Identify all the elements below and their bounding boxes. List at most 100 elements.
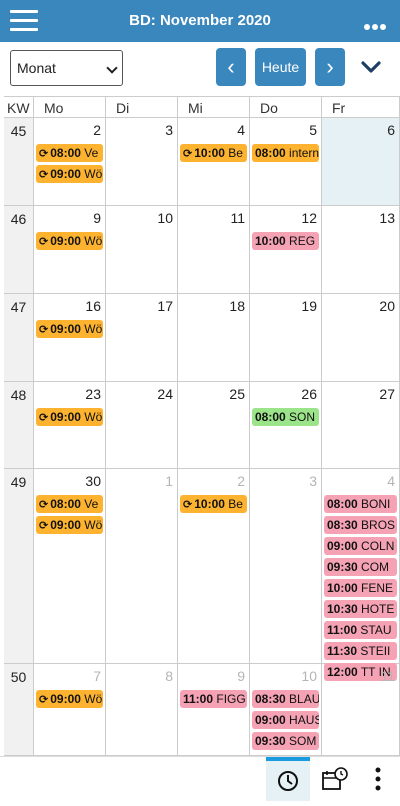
day-cell[interactable]: 12 10:00 REG <box>250 206 322 293</box>
day-cell[interactable]: 3 <box>106 118 178 205</box>
recurring-icon: ⟳ <box>39 694 49 706</box>
day-number: 16 <box>85 298 101 314</box>
day-cell[interactable]: 11 <box>178 206 250 293</box>
event-title: Wö <box>84 167 103 181</box>
day-cell[interactable]: 10 08:30 BLAU 09:00 HAUS 09:30 SOM <box>250 664 322 755</box>
day-cell[interactable]: 24 <box>106 382 178 468</box>
event-time: 09:30 <box>255 734 286 748</box>
week-number: 47 <box>4 294 34 381</box>
event-title: COLN <box>361 539 395 553</box>
day-cell[interactable]: 25 <box>178 382 250 468</box>
event-time: 09:00 <box>50 322 81 336</box>
event-title: intern <box>289 146 319 160</box>
day-number: 23 <box>85 386 101 402</box>
calendar-event[interactable]: 09:30 COM <box>324 558 397 576</box>
day-cell[interactable]: 16 ⟳ 09:00 Wö <box>34 294 106 381</box>
day-cell[interactable]: 18 <box>178 294 250 381</box>
event-time: 08:00 <box>50 146 81 160</box>
day-cell[interactable]: 27 <box>322 382 400 468</box>
calendar-event[interactable]: ⟳ 09:00 Wö <box>36 408 103 426</box>
calendar-event[interactable]: ⟳ 10:00 Be <box>180 144 247 162</box>
day-cell[interactable]: 8 <box>106 664 178 755</box>
calendar-event[interactable]: ⟳ 09:00 Wö <box>36 320 103 338</box>
calendar-event[interactable]: 09:30 SOM <box>252 732 319 750</box>
calendar-event[interactable]: 10:00 REG <box>252 232 319 250</box>
more-menu-icon[interactable] <box>356 757 400 801</box>
day-cell[interactable]: 9 11:00 FIGG <box>178 664 250 755</box>
day-cell[interactable]: 9 ⟳ 09:00 Wö <box>34 206 106 293</box>
event-title: Wö <box>84 322 103 336</box>
day-cell[interactable]: 19 <box>250 294 322 381</box>
event-time: 09:30 <box>327 560 358 574</box>
day-cell[interactable]: 5 08:00 intern <box>250 118 322 205</box>
recurring-icon: ⟳ <box>39 324 49 336</box>
day-cell[interactable]: 1 <box>106 469 178 663</box>
day-number: 4 <box>237 122 245 138</box>
today-button[interactable]: Heute <box>255 48 306 86</box>
event-time: 10:00 <box>194 146 225 160</box>
day-number: 11 <box>380 668 395 684</box>
tab-calendar[interactable] <box>266 757 310 801</box>
calendar-event[interactable]: ⟳ 08:00 Ve <box>36 144 103 162</box>
calendar-event[interactable]: 09:00 COLN <box>324 537 397 555</box>
event-time: 09:00 <box>50 410 81 424</box>
event-title: Be <box>228 497 243 511</box>
event-title: STAU <box>360 623 392 637</box>
calendar-event[interactable]: 10:00 FENE <box>324 579 397 597</box>
calendar-event[interactable]: 08:00 SON <box>252 408 319 426</box>
event-title: REG <box>289 234 316 248</box>
day-cell[interactable]: 10 <box>106 206 178 293</box>
day-number: 18 <box>229 298 245 314</box>
event-time: 10:00 <box>327 581 358 595</box>
event-time: 10:30 <box>327 602 358 616</box>
event-title: Wö <box>84 692 103 706</box>
calendar-event[interactable]: 10:30 HOTE <box>324 600 397 618</box>
day-cell[interactable]: 7 ⟳ 09:00 Wö <box>34 664 106 755</box>
day-cell[interactable]: 20 <box>322 294 400 381</box>
app-bar: BD: November 2020 <box>0 0 400 42</box>
day-cell[interactable]: 3 <box>250 469 322 663</box>
calendar-event[interactable]: 11:30 STEII <box>324 642 397 660</box>
day-cell[interactable]: 2 ⟳ 10:00 Be <box>178 469 250 663</box>
event-time: 10:00 <box>194 497 225 511</box>
calendar-event[interactable]: 08:30 BROS <box>324 516 397 534</box>
tab-schedule[interactable] <box>312 757 356 801</box>
day-cell[interactable]: 26 08:00 SON <box>250 382 322 468</box>
day-number: 2 <box>93 122 101 138</box>
day-number: 9 <box>93 210 101 226</box>
day-cell[interactable]: 30 ⟳ 08:00 Ve ⟳ 09:00 Wö <box>34 469 106 663</box>
event-title: Be <box>228 146 243 160</box>
recurring-icon: ⟳ <box>183 499 193 511</box>
day-cell[interactable]: 4 08:00 BONI 08:30 BROS 09:00 COLN 09:30 COM… <box>322 469 400 681</box>
next-month-button[interactable]: › <box>315 48 345 86</box>
chevron-down-icon[interactable] <box>360 56 382 78</box>
more-options-icon[interactable] <box>364 17 390 30</box>
calendar-event[interactable]: 08:30 BLAU <box>252 690 319 708</box>
calendar-event[interactable]: 11:00 FIGG <box>180 690 247 708</box>
day-cell[interactable]: 17 <box>106 294 178 381</box>
day-cell[interactable]: 23 ⟳ 09:00 Wö <box>34 382 106 468</box>
calendar-event[interactable]: ⟳ 09:00 Wö <box>36 165 103 183</box>
day-cell[interactable]: 11 <box>322 664 400 755</box>
calendar-event[interactable]: ⟳ 09:00 Wö <box>36 232 103 250</box>
calendar-event[interactable]: ⟳ 09:00 Wö <box>36 516 103 534</box>
day-cell[interactable]: 6 <box>322 118 400 205</box>
event-title: HAUS <box>289 713 319 727</box>
calendar-event[interactable]: 08:00 intern <box>252 144 319 162</box>
day-number: 3 <box>165 122 173 138</box>
event-time: 09:00 <box>255 713 286 727</box>
day-cell[interactable]: 2 ⟳ 08:00 Ve ⟳ 09:00 Wö <box>34 118 106 205</box>
calendar-event[interactable]: ⟳ 09:00 Wö <box>36 690 103 708</box>
calendar-event[interactable]: 09:00 HAUS <box>252 711 319 729</box>
weekday-header: Do <box>250 96 322 118</box>
week-row: 48 23 ⟳ 09:00 Wö 24 25 26 08:00 SON 27 <box>4 382 400 469</box>
view-select[interactable]: Monat <box>10 50 123 86</box>
day-cell[interactable]: 13 <box>322 206 400 293</box>
previous-month-button[interactable]: ‹ <box>216 48 246 86</box>
calendar-event[interactable]: 08:00 BONI <box>324 495 397 513</box>
calendar-event[interactable]: ⟳ 08:00 Ve <box>36 495 103 513</box>
event-time: 08:30 <box>327 518 358 532</box>
calendar-event[interactable]: ⟳ 10:00 Be <box>180 495 247 513</box>
calendar-event[interactable]: 11:00 STAU <box>324 621 397 639</box>
day-cell[interactable]: 4 ⟳ 10:00 Be <box>178 118 250 205</box>
